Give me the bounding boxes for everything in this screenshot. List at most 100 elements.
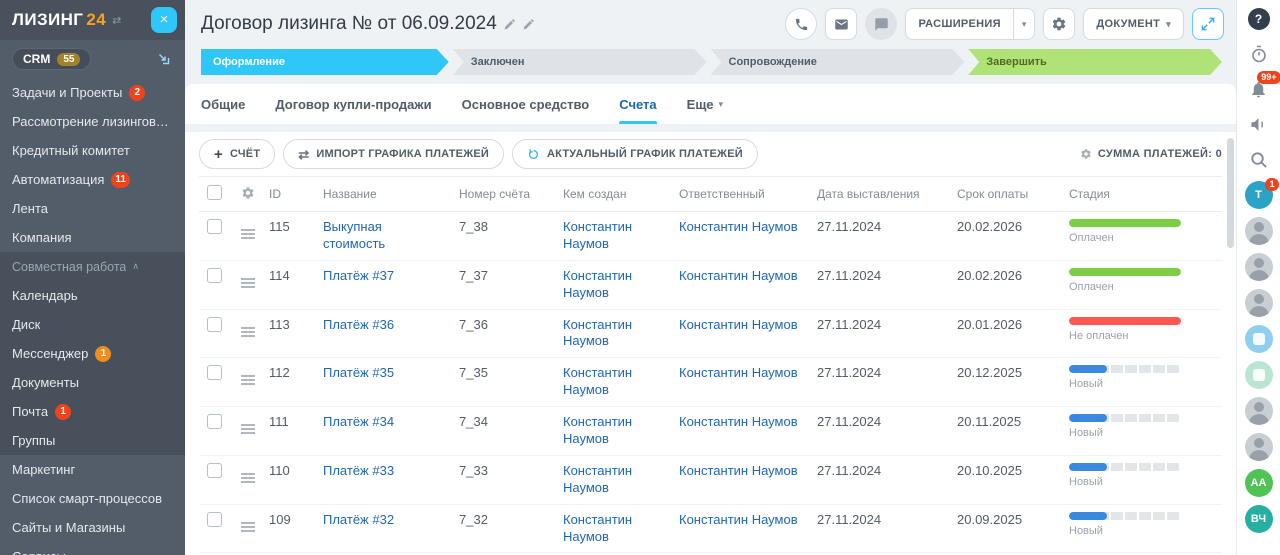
sidebar-item[interactable]: Компания bbox=[0, 223, 185, 252]
sidebar-item[interactable]: Автоматизация 11 bbox=[0, 165, 185, 194]
sidebar-item[interactable]: Список смарт-процессов bbox=[0, 484, 185, 513]
invoice-name-link[interactable]: Платёж #32 bbox=[323, 512, 394, 527]
sidebar-item[interactable]: Кредитный комитет bbox=[0, 136, 185, 165]
stage-cell[interactable]: Оплачен bbox=[1069, 219, 1214, 245]
search-button[interactable] bbox=[1246, 146, 1272, 172]
creator-link[interactable]: Константин Наумов bbox=[563, 414, 632, 446]
help-button[interactable]: ? bbox=[1246, 6, 1272, 32]
column-header-id[interactable]: ID bbox=[261, 177, 315, 212]
sidebar-item[interactable]: Сервисы bbox=[0, 542, 185, 555]
creator-link[interactable]: Константин Наумов bbox=[563, 317, 632, 349]
fullscreen-button[interactable] bbox=[1192, 8, 1224, 40]
column-header-date-issued[interactable]: Дата выставления bbox=[809, 177, 949, 212]
user-avatar[interactable] bbox=[1245, 397, 1273, 425]
responsible-link[interactable]: Константин Наумов bbox=[679, 268, 798, 283]
sidebar-item[interactable]: Календарь bbox=[0, 281, 185, 310]
row-menu-icon[interactable] bbox=[241, 327, 255, 329]
row-checkbox[interactable] bbox=[207, 463, 222, 478]
sidebar-item[interactable]: Почта 1 bbox=[0, 397, 185, 426]
invoice-name-link[interactable]: Выкупная стоимость bbox=[323, 219, 385, 251]
tab[interactable]: Общие bbox=[201, 84, 245, 124]
user-avatar[interactable]: АА bbox=[1245, 469, 1273, 497]
actual-schedule-button[interactable]: АКТУАЛЬНЫЙ ГРАФИК ПЛАТЕЖЕЙ bbox=[512, 139, 758, 169]
edit-number-icon[interactable] bbox=[522, 18, 535, 31]
call-button[interactable] bbox=[785, 8, 817, 40]
responsible-link[interactable]: Константин Наумов bbox=[679, 365, 798, 380]
invoice-name-link[interactable]: Платёж #36 bbox=[323, 317, 394, 332]
creator-link[interactable]: Константин Наумов bbox=[563, 268, 632, 300]
row-checkbox[interactable] bbox=[207, 317, 222, 332]
row-menu-icon[interactable] bbox=[241, 522, 255, 524]
tab[interactable]: Счета bbox=[619, 84, 656, 124]
table-row[interactable]: 112 Платёж #35 7_35 Константин Наумов Ко… bbox=[199, 358, 1222, 407]
invoice-name-link[interactable]: Платёж #34 bbox=[323, 414, 394, 429]
creator-link[interactable]: Константин Наумов bbox=[563, 463, 632, 495]
user-avatar[interactable]: T 1 bbox=[1245, 181, 1273, 209]
user-avatar[interactable] bbox=[1245, 217, 1273, 245]
document-button[interactable]: ДОКУМЕНТ ▾ bbox=[1083, 8, 1184, 40]
responsible-link[interactable]: Константин Наумов bbox=[679, 317, 798, 332]
responsible-link[interactable]: Константин Наумов bbox=[679, 463, 798, 478]
chat-button[interactable] bbox=[865, 8, 897, 40]
row-menu-icon[interactable] bbox=[241, 229, 255, 231]
extensions-caret-icon[interactable]: ▾ bbox=[1013, 9, 1035, 39]
edit-title-icon[interactable] bbox=[503, 18, 516, 31]
close-menu-button[interactable]: × bbox=[151, 7, 177, 33]
user-avatar[interactable] bbox=[1245, 325, 1273, 353]
user-avatar[interactable] bbox=[1245, 289, 1273, 317]
row-menu-icon[interactable] bbox=[241, 278, 255, 280]
responsible-link[interactable]: Константин Наумов bbox=[679, 414, 798, 429]
row-checkbox[interactable] bbox=[207, 365, 222, 380]
sidebar-item[interactable]: Группы bbox=[0, 426, 185, 455]
table-row[interactable]: 110 Платёж #33 7_33 Константин Наумов Ко… bbox=[199, 455, 1222, 504]
sidebar-item[interactable]: Лента bbox=[0, 194, 185, 223]
column-header-number[interactable]: Номер счёта bbox=[451, 177, 555, 212]
tab[interactable]: Договор купли-продажи bbox=[275, 84, 431, 124]
row-checkbox[interactable] bbox=[207, 268, 222, 283]
responsible-link[interactable]: Константин Наумов bbox=[679, 512, 798, 527]
extensions-button[interactable]: РАСШИРЕНИЯ ▾ bbox=[905, 8, 1035, 40]
creator-link[interactable]: Константин Наумов bbox=[563, 512, 632, 544]
stage-segment[interactable]: Сопровождение bbox=[711, 49, 965, 75]
responsible-link[interactable]: Константин Наумов bbox=[679, 219, 798, 234]
stage-cell[interactable]: Новый bbox=[1069, 512, 1214, 538]
stage-cell[interactable]: Новый bbox=[1069, 463, 1214, 489]
tab[interactable]: Еще ▾ bbox=[687, 84, 723, 124]
column-header-due[interactable]: Срок оплаты bbox=[949, 177, 1061, 212]
invoice-name-link[interactable]: Платёж #33 bbox=[323, 463, 394, 478]
notifications-button[interactable]: 99+ bbox=[1246, 76, 1272, 102]
user-avatar[interactable] bbox=[1245, 253, 1273, 281]
sidebar-item[interactable]: Мессенджер 1 bbox=[0, 339, 185, 368]
sidebar-item[interactable]: Документы bbox=[0, 368, 185, 397]
grid-settings-icon[interactable] bbox=[241, 186, 255, 200]
stage-cell[interactable]: Новый bbox=[1069, 365, 1214, 391]
row-menu-icon[interactable] bbox=[241, 473, 255, 475]
stage-segment[interactable]: Завершить bbox=[968, 49, 1222, 75]
stage-cell[interactable]: Не оплачен bbox=[1069, 317, 1214, 343]
column-header-stage[interactable]: Стадия bbox=[1061, 177, 1222, 212]
sum-settings-icon[interactable] bbox=[1080, 148, 1092, 160]
sidebar-item[interactable]: Сайты и Магазины bbox=[0, 513, 185, 542]
stage-segment[interactable]: Оформление bbox=[201, 49, 449, 75]
sidebar-item[interactable]: Маркетинг bbox=[0, 455, 185, 484]
user-avatar[interactable] bbox=[1245, 433, 1273, 461]
settings-button[interactable] bbox=[1043, 8, 1075, 40]
sidebar-item[interactable]: Рассмотрение лизингово... bbox=[0, 107, 185, 136]
stage-cell[interactable]: Оплачен bbox=[1069, 268, 1214, 294]
import-schedule-button[interactable]: ⇄ ИМПОРТ ГРАФИКА ПЛАТЕЖЕЙ bbox=[283, 139, 504, 169]
column-header-name[interactable]: Название bbox=[315, 177, 451, 212]
user-avatar[interactable] bbox=[1245, 361, 1273, 389]
row-menu-icon[interactable] bbox=[241, 424, 255, 426]
invoice-name-link[interactable]: Платёж #37 bbox=[323, 268, 394, 283]
row-checkbox[interactable] bbox=[207, 219, 222, 234]
creator-link[interactable]: Константин Наумов bbox=[563, 365, 632, 397]
grid-scrollbar[interactable] bbox=[1227, 138, 1234, 248]
email-button[interactable] bbox=[825, 8, 857, 40]
invoice-name-link[interactable]: Платёж #35 bbox=[323, 365, 394, 380]
user-avatar[interactable]: ВЧ bbox=[1245, 505, 1273, 533]
sidebar-item[interactable]: Задачи и Проекты 2 bbox=[0, 78, 185, 107]
stage-segment[interactable]: Заключен bbox=[453, 49, 707, 75]
stage-cell[interactable]: Новый bbox=[1069, 414, 1214, 440]
table-row[interactable]: 113 Платёж #36 7_36 Константин Наумов Ко… bbox=[199, 309, 1222, 358]
column-header-responsible[interactable]: Ответственный bbox=[671, 177, 809, 212]
